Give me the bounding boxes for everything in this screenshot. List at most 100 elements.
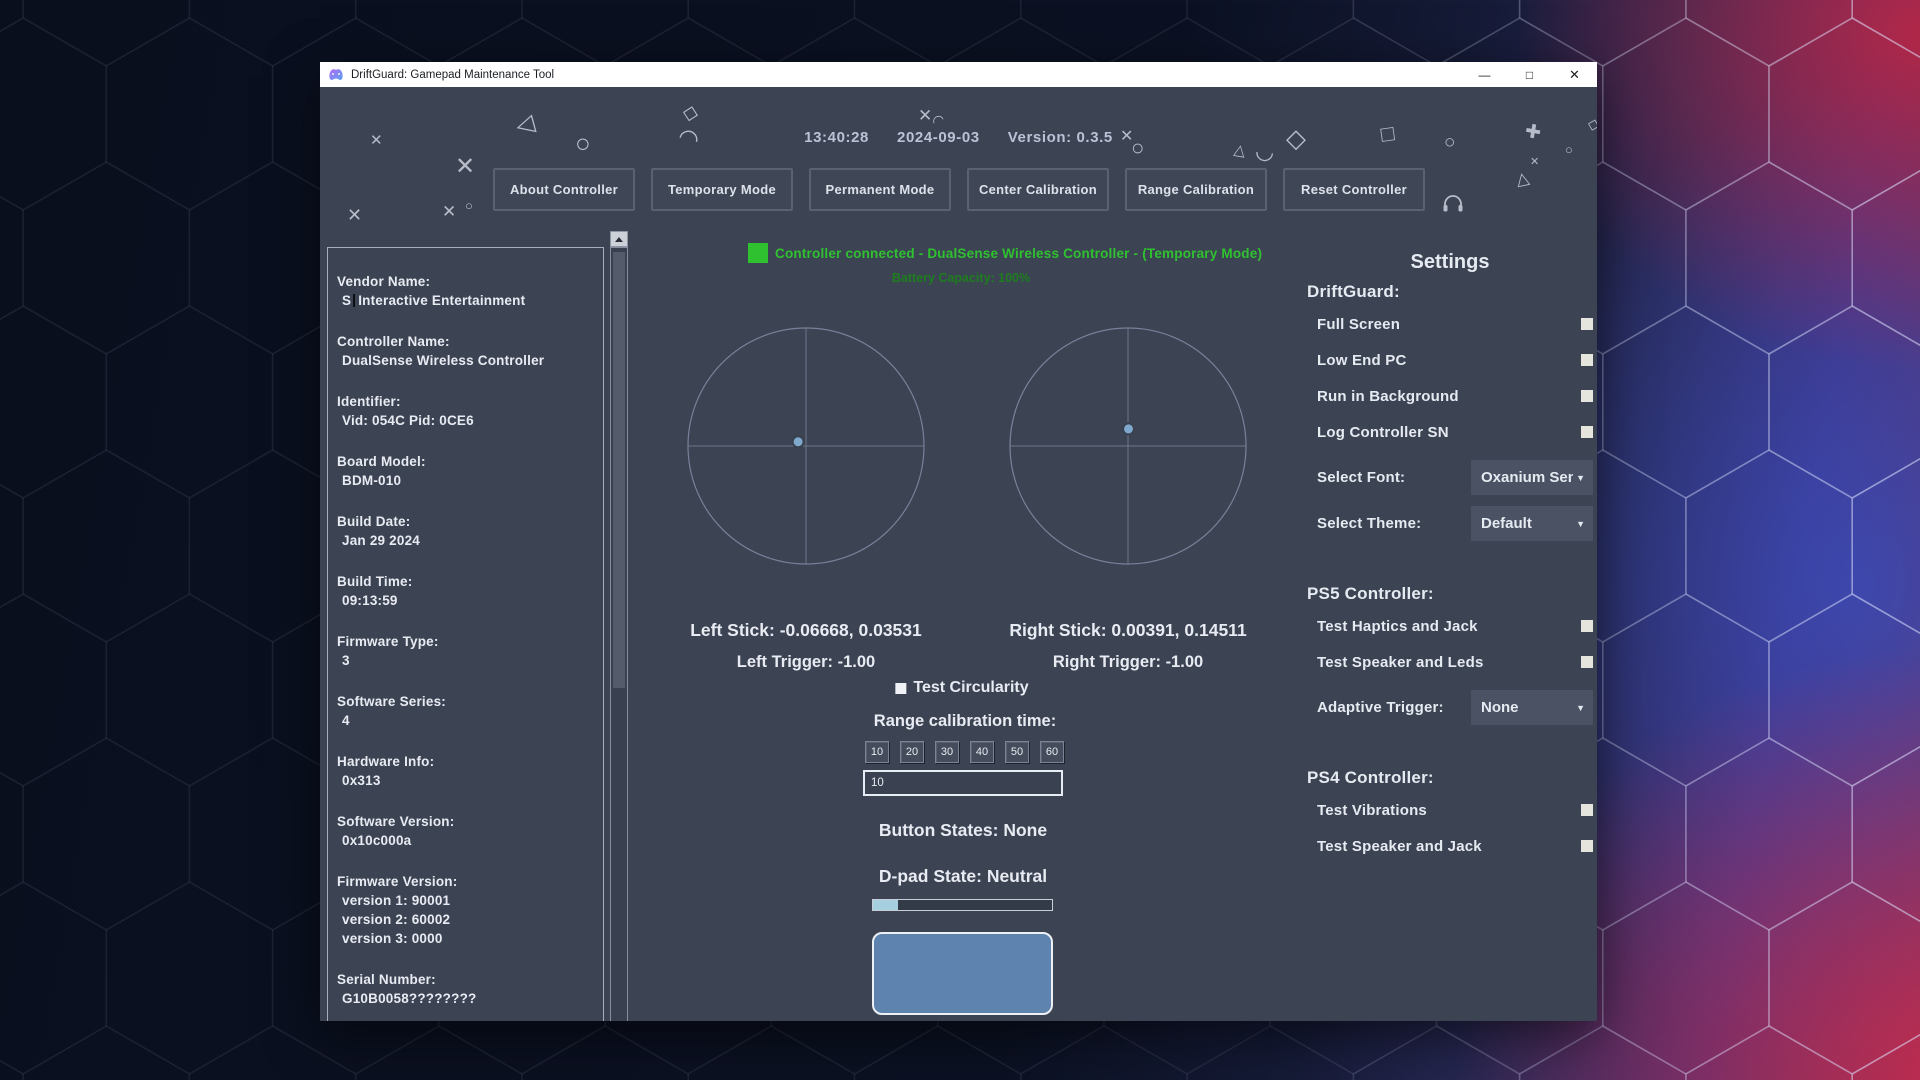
info-field-value: 0x313: [337, 771, 597, 790]
dropdown-select-theme[interactable]: Default▼: [1471, 506, 1593, 541]
range-time-input[interactable]: [863, 770, 1063, 796]
chevron-down-icon: ▼: [1576, 473, 1585, 483]
info-field-value: 0x10c000a: [337, 831, 597, 850]
checkbox-run-in-background[interactable]: [1581, 390, 1593, 402]
setting-label-test-vibrations: Test Vibrations: [1317, 802, 1581, 819]
toolbar-button-range-calibration[interactable]: Range Calibration: [1125, 168, 1267, 211]
info-field-value: DualSense Wireless Controller: [337, 351, 597, 370]
cross-icon: ✕: [455, 155, 475, 179]
triangle-icon: △: [1514, 169, 1530, 188]
date-text: 2024-09-03: [897, 129, 980, 146]
info-field-value: version 2: 60002: [337, 910, 597, 929]
test-circularity-label: Test Circularity: [913, 679, 1028, 697]
app-icon: [328, 67, 344, 83]
text-caret: [353, 294, 355, 307]
right-trigger-value: Right Trigger: -1.00: [1053, 653, 1203, 672]
setting-label-adaptive-trigger: Adaptive Trigger:: [1317, 699, 1471, 716]
preset-button-20[interactable]: 20: [900, 741, 924, 763]
scrollbar-track[interactable]: [610, 247, 628, 1021]
info-field-label: Serial Number:: [337, 970, 597, 989]
settings-title: Settings: [1307, 249, 1593, 275]
settings-row: Test Haptics and Jack: [1317, 618, 1593, 634]
minimize-button[interactable]: —: [1462, 62, 1507, 87]
dropdown-select-font[interactable]: Oxanium Sem▼: [1471, 460, 1593, 495]
info-field-value: SInteractive Entertainment: [337, 291, 597, 310]
info-field: Controller Name:DualSense Wireless Contr…: [337, 332, 597, 370]
toolbar-button-reset-controller[interactable]: Reset Controller: [1283, 168, 1425, 211]
test-circularity-checkbox[interactable]: [895, 683, 906, 694]
info-field-value: BDM-010: [337, 471, 597, 490]
settings-row: Adaptive Trigger:None▼: [1317, 690, 1593, 725]
settings-row: Low End PC: [1317, 352, 1593, 368]
settings-heading-ps5-controller: PS5 Controller:: [1307, 583, 1593, 604]
toolbar-button-permanent-mode[interactable]: Permanent Mode: [809, 168, 951, 211]
settings-heading-ps4-controller: PS4 Controller:: [1307, 767, 1593, 788]
dpad-state-text: D-pad State: Neutral: [879, 866, 1047, 887]
left-stick-value: Left Stick: -0.06668, 0.03531: [690, 620, 922, 641]
settings-row: Test Speaker and Jack: [1317, 838, 1593, 854]
preset-button-40[interactable]: 40: [970, 741, 994, 763]
setting-label-select-font: Select Font:: [1317, 469, 1471, 486]
settings-row: Full Screen: [1317, 316, 1593, 332]
left-stick-dot: [793, 436, 804, 447]
info-field-value: Jan 29 2024: [337, 531, 597, 550]
info-field-label: Software Version:: [337, 812, 597, 831]
checkbox-test-haptics-and-jack[interactable]: [1581, 620, 1593, 632]
connection-status-text: Controller connected - DualSense Wireles…: [775, 246, 1262, 261]
left-trigger-value: Left Trigger: -1.00: [737, 653, 875, 672]
settings-row: Test Vibrations: [1317, 802, 1593, 818]
scrollbar-thumb[interactable]: [613, 252, 625, 688]
controller-info-panel: Vendor Name:SInteractive Entertainment Co…: [327, 247, 604, 1021]
version-text: Version: 0.3.5: [1008, 129, 1113, 146]
checkbox-low-end-pc[interactable]: [1581, 354, 1593, 366]
info-field-value: version 1: 90001: [337, 891, 597, 910]
info-field-value: G10B0058????????: [337, 989, 597, 1008]
left-stick-display: [686, 326, 926, 566]
checkbox-test-speaker-and-leds[interactable]: [1581, 656, 1593, 668]
close-button[interactable]: ✕: [1552, 62, 1597, 87]
arc-icon: ◠: [930, 111, 947, 129]
info-field-label: Firmware Type:: [337, 632, 597, 651]
info-field: Software Series:4: [337, 692, 597, 730]
window-title: DriftGuard: Gamepad Maintenance Tool: [351, 69, 554, 81]
preset-button-50[interactable]: 50: [1005, 741, 1029, 763]
right-stick-value: Right Stick: 0.00391, 0.14511: [1009, 620, 1246, 641]
toolbar-button-center-calibration[interactable]: Center Calibration: [967, 168, 1109, 211]
toolbar-button-temporary-mode[interactable]: Temporary Mode: [651, 168, 793, 211]
info-field-label: Vendor Name:: [337, 272, 597, 291]
info-field: Hardware Info:0x313: [337, 752, 597, 790]
preset-button-30[interactable]: 30: [935, 741, 959, 763]
range-calibration-title: Range calibration time:: [874, 712, 1056, 731]
chevron-down-icon: ▼: [1576, 519, 1585, 529]
info-field-label: Board Model:: [337, 452, 597, 471]
battery-capacity-text: Battery Capacity: 100%: [892, 271, 1030, 285]
checkbox-full-screen[interactable]: [1581, 318, 1593, 330]
cross-icon: ✕: [347, 206, 362, 224]
checkbox-log-controller-sn[interactable]: [1581, 426, 1593, 438]
setting-label-select-theme: Select Theme:: [1317, 515, 1471, 532]
info-field: Serial Number:G10B0058????????: [337, 970, 597, 1008]
preset-button-10[interactable]: 10: [865, 741, 889, 763]
setting-label-test-haptics-and-jack: Test Haptics and Jack: [1317, 618, 1581, 635]
cross-icon: ✕: [918, 107, 932, 124]
checkbox-test-speaker-and-jack[interactable]: [1581, 840, 1593, 852]
checkbox-test-vibrations[interactable]: [1581, 804, 1593, 816]
circle-icon: ○: [465, 199, 473, 212]
info-field: Board Model:BDM-010: [337, 452, 597, 490]
preset-button-60[interactable]: 60: [1040, 741, 1064, 763]
setting-label-test-speaker-and-leds: Test Speaker and Leds: [1317, 654, 1581, 671]
setting-label-test-speaker-and-jack: Test Speaker and Jack: [1317, 838, 1581, 855]
toolbar-button-about-controller[interactable]: About Controller: [493, 168, 635, 211]
cross-icon: ✕: [1530, 157, 1539, 168]
maximize-button[interactable]: □: [1507, 62, 1552, 87]
info-field: Identifier:Vid: 054C Pid: 0CE6: [337, 392, 597, 430]
test-circularity-row: Test Circularity: [895, 679, 1028, 697]
settings-row: Select Font:Oxanium Sem▼: [1317, 460, 1593, 495]
info-field: Firmware Version:version 1: 90001version…: [337, 872, 597, 948]
title-bar: DriftGuard: Gamepad Maintenance Tool — □…: [320, 62, 1597, 87]
scroll-up-button[interactable]: [610, 231, 628, 247]
dropdown-adaptive-trigger[interactable]: None▼: [1471, 690, 1593, 725]
dropdown-value: Oxanium Sem: [1481, 469, 1573, 486]
settings-row: Run in Background: [1317, 388, 1593, 404]
touchpad-display: [872, 932, 1053, 1015]
